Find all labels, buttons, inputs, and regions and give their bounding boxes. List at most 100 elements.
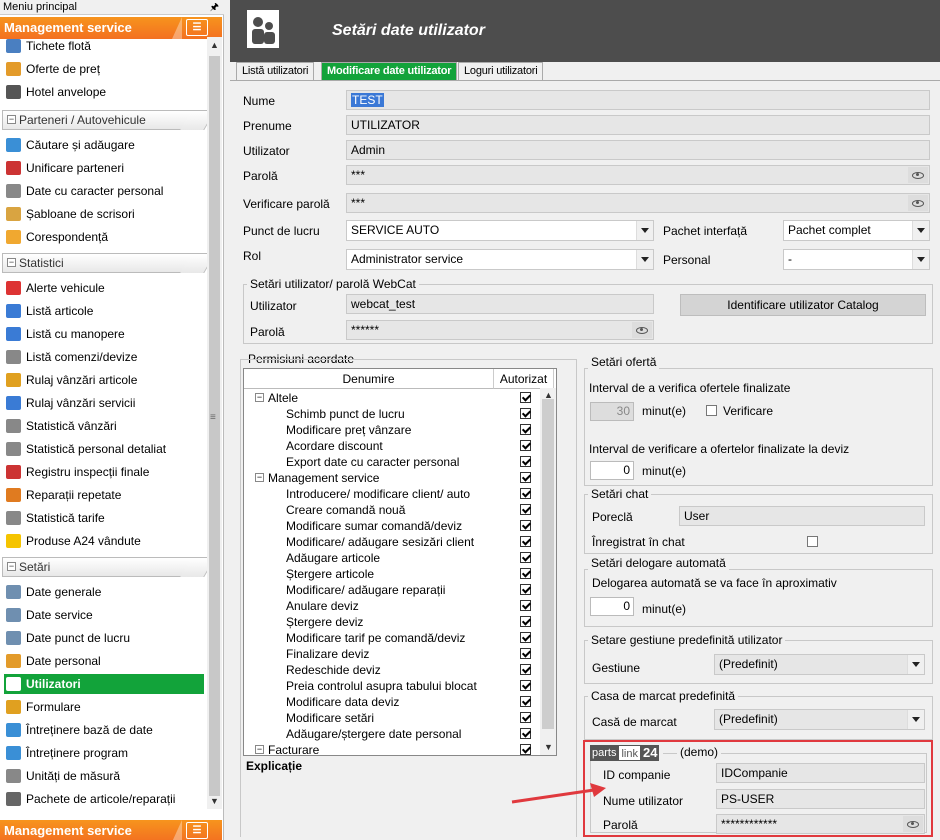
tab-lista-utilizatori[interactable]: Listă utilizatori bbox=[236, 62, 315, 81]
pin-icon[interactable]: 🖈 bbox=[210, 0, 219, 17]
sidebar-item[interactable]: Unități de măsură bbox=[4, 766, 204, 786]
permission-row[interactable]: Modificare/ adăugare sesizări client bbox=[244, 534, 540, 550]
register-select[interactable]: (Predefinit) bbox=[714, 709, 925, 730]
permissions-scroll-thumb[interactable] bbox=[542, 399, 554, 729]
sidebar-item[interactable]: Rulaj vânzări articole bbox=[4, 370, 204, 390]
utilizator-field[interactable]: Admin bbox=[346, 140, 930, 160]
authorized-checkbox[interactable] bbox=[520, 616, 531, 627]
pachet-interfata-select[interactable]: Pachet complet bbox=[783, 220, 930, 241]
delegation-input[interactable]: 0 bbox=[590, 597, 634, 616]
permission-row[interactable]: Ștergere articole bbox=[244, 566, 540, 582]
offer-interval-input[interactable]: 30 bbox=[590, 402, 634, 421]
sidebar-item[interactable]: Utilizatori bbox=[4, 674, 204, 694]
nume-field[interactable]: TEST bbox=[346, 90, 930, 110]
authorized-checkbox[interactable] bbox=[520, 600, 531, 611]
permission-row[interactable]: Adăugare articole bbox=[244, 550, 540, 566]
permission-row[interactable]: Adăugare/ștergere date personal bbox=[244, 726, 540, 742]
sidebar-group-header[interactable]: − Statistici bbox=[2, 253, 216, 273]
permission-row[interactable]: Anulare deviz bbox=[244, 598, 540, 614]
scroll-down-icon[interactable]: ▼ bbox=[541, 740, 556, 755]
collapse-icon[interactable]: − bbox=[255, 473, 264, 482]
authorized-checkbox[interactable] bbox=[520, 520, 531, 531]
sidebar-scroll-thumb[interactable] bbox=[209, 56, 220, 796]
sidebar-item[interactable]: Date personal bbox=[4, 651, 204, 671]
permission-row[interactable]: Creare comandă nouă bbox=[244, 502, 540, 518]
sidebar-item[interactable]: Listă cu manopere bbox=[4, 324, 204, 344]
collapse-icon[interactable]: − bbox=[255, 393, 264, 402]
sidebar-item[interactable]: Rulaj vânzări servicii bbox=[4, 393, 204, 413]
chevron-down-icon[interactable] bbox=[636, 250, 653, 269]
authorized-checkbox[interactable] bbox=[520, 664, 531, 675]
authorized-checkbox[interactable] bbox=[520, 680, 531, 691]
authorized-checkbox[interactable] bbox=[520, 568, 531, 579]
verificare-parola-field[interactable]: *** bbox=[346, 193, 930, 213]
authorized-checkbox[interactable] bbox=[520, 408, 531, 419]
authorized-checkbox[interactable] bbox=[520, 584, 531, 595]
authorized-checkbox[interactable] bbox=[520, 696, 531, 707]
webcat-pass-field[interactable]: ****** bbox=[346, 320, 654, 340]
scroll-up-icon[interactable]: ▲ bbox=[207, 38, 222, 53]
identify-catalog-user-button[interactable]: Identificare utilizator Catalog bbox=[680, 294, 926, 316]
col-header-denumire[interactable]: Denumire bbox=[244, 369, 494, 389]
authorized-checkbox[interactable] bbox=[520, 728, 531, 739]
authorized-checkbox[interactable] bbox=[520, 648, 531, 659]
tab-modificare-date[interactable]: Modificare date utilizator bbox=[321, 62, 458, 81]
nick-field[interactable]: User bbox=[679, 506, 925, 526]
verificare-checkbox[interactable] bbox=[706, 405, 717, 416]
webcat-user-field[interactable]: webcat_test bbox=[346, 294, 654, 314]
permission-group-row[interactable]: − Facturare bbox=[244, 742, 540, 755]
permission-group-row[interactable]: − Management service bbox=[244, 470, 540, 486]
chat-record-checkbox[interactable] bbox=[807, 536, 818, 547]
rol-select[interactable]: Administrator service bbox=[346, 249, 654, 270]
module-bar-bottom[interactable]: Management service ☰ bbox=[0, 820, 222, 840]
permission-row[interactable]: Redeschide deviz bbox=[244, 662, 540, 678]
authorized-checkbox[interactable] bbox=[520, 472, 531, 483]
chevron-down-icon[interactable] bbox=[636, 221, 653, 240]
collapse-icon[interactable]: − bbox=[7, 115, 16, 124]
sidebar-item[interactable]: Date punct de lucru bbox=[4, 628, 204, 648]
permission-row[interactable]: Acordare discount bbox=[244, 438, 540, 454]
personal-select[interactable]: - bbox=[783, 249, 930, 270]
gestiune-select[interactable]: (Predefinit) bbox=[714, 654, 925, 675]
authorized-checkbox[interactable] bbox=[520, 504, 531, 515]
authorized-checkbox[interactable] bbox=[520, 744, 531, 755]
permission-row[interactable]: Introducere/ modificare client/ auto bbox=[244, 486, 540, 502]
punct-de-lucru-select[interactable]: SERVICE AUTO bbox=[346, 220, 654, 241]
sidebar-item[interactable]: Statistică vânzări bbox=[4, 416, 204, 436]
permission-row[interactable]: Modificare sumar comandă/deviz bbox=[244, 518, 540, 534]
collapse-icon[interactable]: − bbox=[7, 562, 16, 571]
col-header-autorizat[interactable]: Autorizat bbox=[494, 369, 554, 389]
scroll-up-icon[interactable]: ▲ bbox=[541, 388, 556, 403]
sidebar-item[interactable]: Date generale bbox=[4, 582, 204, 602]
collapse-icon[interactable]: − bbox=[255, 745, 264, 754]
authorized-checkbox[interactable] bbox=[520, 536, 531, 547]
authorized-checkbox[interactable] bbox=[520, 712, 531, 723]
authorized-checkbox[interactable] bbox=[520, 488, 531, 499]
sidebar-item[interactable]: Alerte vehicule bbox=[4, 278, 204, 298]
sidebar-item[interactable]: Unificare parteneri bbox=[4, 158, 204, 178]
offer-deviz-input[interactable]: 0 bbox=[590, 461, 634, 480]
chevron-down-icon[interactable] bbox=[912, 250, 929, 269]
sidebar-item[interactable]: Tichete flotă bbox=[4, 36, 204, 56]
prenume-field[interactable]: UTILIZATOR bbox=[346, 115, 930, 135]
authorized-checkbox[interactable] bbox=[520, 392, 531, 403]
sidebar-item[interactable]: Produse A24 vândute bbox=[4, 531, 204, 551]
chevron-down-icon[interactable] bbox=[907, 655, 924, 674]
sidebar-item[interactable]: Întreținere program bbox=[4, 743, 204, 763]
permissions-grid[interactable]: Denumire Autorizat − Altele Schimb punct d… bbox=[243, 368, 557, 756]
permission-row[interactable]: Ștergere deviz bbox=[244, 614, 540, 630]
authorized-checkbox[interactable] bbox=[520, 632, 531, 643]
show-password-icon[interactable] bbox=[632, 322, 652, 338]
permission-row[interactable]: Modificare data deviz bbox=[244, 694, 540, 710]
permission-row[interactable]: Modificare tarif pe comandă/deviz bbox=[244, 630, 540, 646]
authorized-checkbox[interactable] bbox=[520, 456, 531, 467]
authorized-checkbox[interactable] bbox=[520, 440, 531, 451]
parola-field[interactable]: *** bbox=[346, 165, 930, 185]
permission-row[interactable]: Finalizare deviz bbox=[244, 646, 540, 662]
sidebar-item[interactable]: Oferte de preț bbox=[4, 59, 204, 79]
permission-row[interactable]: Export date cu caracter personal bbox=[244, 454, 540, 470]
permission-group-row[interactable]: − Altele bbox=[244, 390, 540, 406]
sidebar-item[interactable]: Șabloane de scrisori bbox=[4, 204, 204, 224]
sidebar-item[interactable]: Reparații repetate bbox=[4, 485, 204, 505]
sidebar-item[interactable]: Registru inspecții finale bbox=[4, 462, 204, 482]
